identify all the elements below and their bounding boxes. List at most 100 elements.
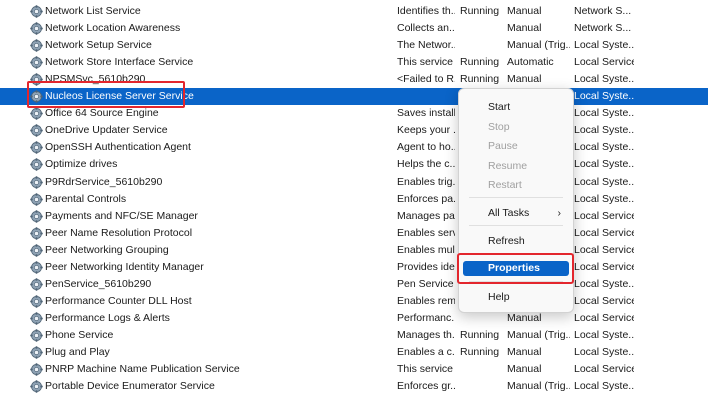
gear-icon (30, 107, 43, 121)
menu-separator (469, 225, 563, 226)
service-logon-as: Local Syste... (574, 124, 634, 137)
service-row[interactable]: Performance Counter DLL Host Enables rem.… (0, 293, 708, 310)
service-description: Agent to ho... (397, 141, 455, 154)
service-logon-as: Local Syste... (574, 328, 634, 341)
service-name: PenService_5610b290 (45, 277, 152, 290)
service-name: Payments and NFC/SE Manager (45, 209, 198, 222)
service-logon-as: Local Service (574, 209, 634, 222)
service-status: Running (460, 5, 500, 17)
gear-icon (30, 380, 43, 393)
annotation-box-properties (457, 253, 574, 284)
menu-item-restart: Restart (488, 179, 522, 191)
service-status: Running (460, 73, 500, 86)
service-row[interactable]: Optimize drives Helps the c... Local Syste… (0, 156, 708, 173)
service-logon-as: Local Service (574, 243, 634, 256)
service-row[interactable]: Portable Device Enumerator Service Enforc… (0, 378, 708, 395)
service-description: Helps the c... (397, 158, 455, 171)
service-description: This service ... (397, 56, 455, 69)
service-logon-as: Local Syste... (574, 39, 634, 52)
gear-icon (30, 39, 43, 52)
service-logon-as: Local Syste... (574, 346, 634, 358)
service-row[interactable]: PenService_5610b290 Pen Service Local Syst… (0, 276, 708, 293)
gear-icon (30, 329, 43, 342)
menu-item-start[interactable]: Start (463, 98, 569, 116)
service-description: Performanc... (397, 311, 455, 324)
service-description: <Failed to R... (397, 73, 455, 86)
menu-item-all-tasks-label: All Tasks (488, 207, 530, 219)
service-row[interactable]: OpenSSH Authentication Agent Agent to ho.… (0, 139, 708, 156)
service-row[interactable]: Peer Name Resolution Protocol Enables ser… (0, 225, 708, 242)
service-row[interactable]: Network List Service Identifies th... Runn… (0, 3, 708, 20)
service-row[interactable]: Parental Controls Enforces pa... Local Sys… (0, 191, 708, 208)
service-name: Plug and Play (45, 346, 110, 358)
gear-icon (30, 260, 43, 274)
service-row[interactable]: P9RdrService_5610b290 Enables trig... Loca… (0, 174, 708, 191)
service-startup-type: Manual (507, 363, 542, 376)
service-logon-as: Local Service (574, 260, 634, 273)
service-name: Peer Networking Identity Manager (45, 260, 204, 273)
service-row[interactable]: Phone Service Manages th... Running Manual … (0, 327, 708, 344)
service-row[interactable]: Network Setup Service The Networ... Manual… (0, 37, 708, 54)
service-description: Enables trig... (397, 175, 455, 188)
service-description: Enforces pa... (397, 192, 455, 205)
service-status: Running (460, 346, 500, 358)
service-logon-as: Local Service (574, 226, 634, 239)
gear-icon (30, 226, 43, 240)
gear-icon (30, 124, 43, 138)
service-row[interactable]: Network Location Awareness Collects an...… (0, 20, 708, 37)
service-name: PNRP Machine Name Publication Service (45, 363, 240, 376)
service-name: Peer Networking Grouping (45, 243, 169, 256)
service-description: The Networ... (397, 39, 455, 52)
service-row[interactable]: Performance Logs & Alerts Performanc... Ma… (0, 310, 708, 327)
service-logon-as: Local Syste... (574, 90, 634, 103)
service-row[interactable]: Peer Networking Grouping Enables mul... Lo… (0, 242, 708, 259)
service-logon-as: Local Service (574, 363, 634, 376)
service-row[interactable]: OneDrive Updater Service Keeps your ... Lo… (0, 122, 708, 139)
service-logon-as: Local Syste... (574, 277, 634, 290)
service-name: Peer Name Resolution Protocol (45, 226, 193, 239)
service-name: Optimize drives (45, 158, 118, 171)
service-logon-as: Local Service (574, 294, 634, 307)
menu-item-resume: Resume (488, 160, 528, 172)
service-startup-type: Manual (Trig... (507, 328, 570, 341)
service-description: This service ... (397, 363, 455, 376)
service-logon-as: Local Syste... (574, 158, 634, 171)
service-status (460, 20, 504, 37)
service-row[interactable]: Network Store Interface Service This serv… (0, 54, 708, 71)
gear-icon (30, 346, 43, 359)
service-description: Manages pa... (397, 209, 455, 222)
service-description (397, 88, 455, 105)
annotation-box-selected-service (27, 81, 185, 108)
service-logon-as: Local Syste... (574, 175, 634, 188)
service-description: Provides ide... (397, 260, 455, 273)
service-name: OpenSSH Authentication Agent (45, 141, 191, 154)
gear-icon (30, 278, 43, 291)
menu-item-all-tasks[interactable]: All Tasks › (463, 204, 569, 222)
gear-icon (30, 56, 43, 69)
service-row[interactable]: PNRP Machine Name Publication Service Thi… (0, 361, 708, 378)
menu-item-refresh[interactable]: Refresh (463, 232, 569, 250)
service-description: Enables rem... (397, 294, 455, 307)
service-logon-as: Local Syste... (574, 192, 634, 205)
menu-item-help[interactable]: Help (463, 288, 569, 306)
service-startup-type: Manual (507, 5, 542, 17)
menu-item-stop: Stop (488, 121, 510, 133)
service-row[interactable]: Plug and Play Enables a c... Running Manual… (0, 344, 708, 361)
service-logon-as: Local Service (574, 56, 634, 69)
service-name: Network List Service (45, 5, 141, 17)
service-row[interactable]: Payments and NFC/SE Manager Manages pa...… (0, 208, 708, 225)
gear-icon (30, 141, 43, 155)
service-logon-as: Local Syste... (574, 380, 634, 393)
menu-separator (469, 197, 563, 198)
service-name: Phone Service (45, 328, 114, 341)
service-name: Performance Counter DLL Host (45, 294, 192, 307)
service-description: Enables serv... (397, 226, 455, 239)
service-row[interactable]: Peer Networking Identity Manager Provides… (0, 259, 708, 276)
service-name: Performance Logs & Alerts (45, 311, 170, 324)
service-name: Network Store Interface Service (45, 56, 194, 69)
service-status (460, 378, 504, 395)
service-name: Network Setup Service (45, 39, 152, 52)
service-description: Enables mul... (397, 243, 455, 256)
service-name: P9RdrService_5610b290 (45, 175, 163, 188)
service-startup-type: Manual (507, 22, 542, 35)
